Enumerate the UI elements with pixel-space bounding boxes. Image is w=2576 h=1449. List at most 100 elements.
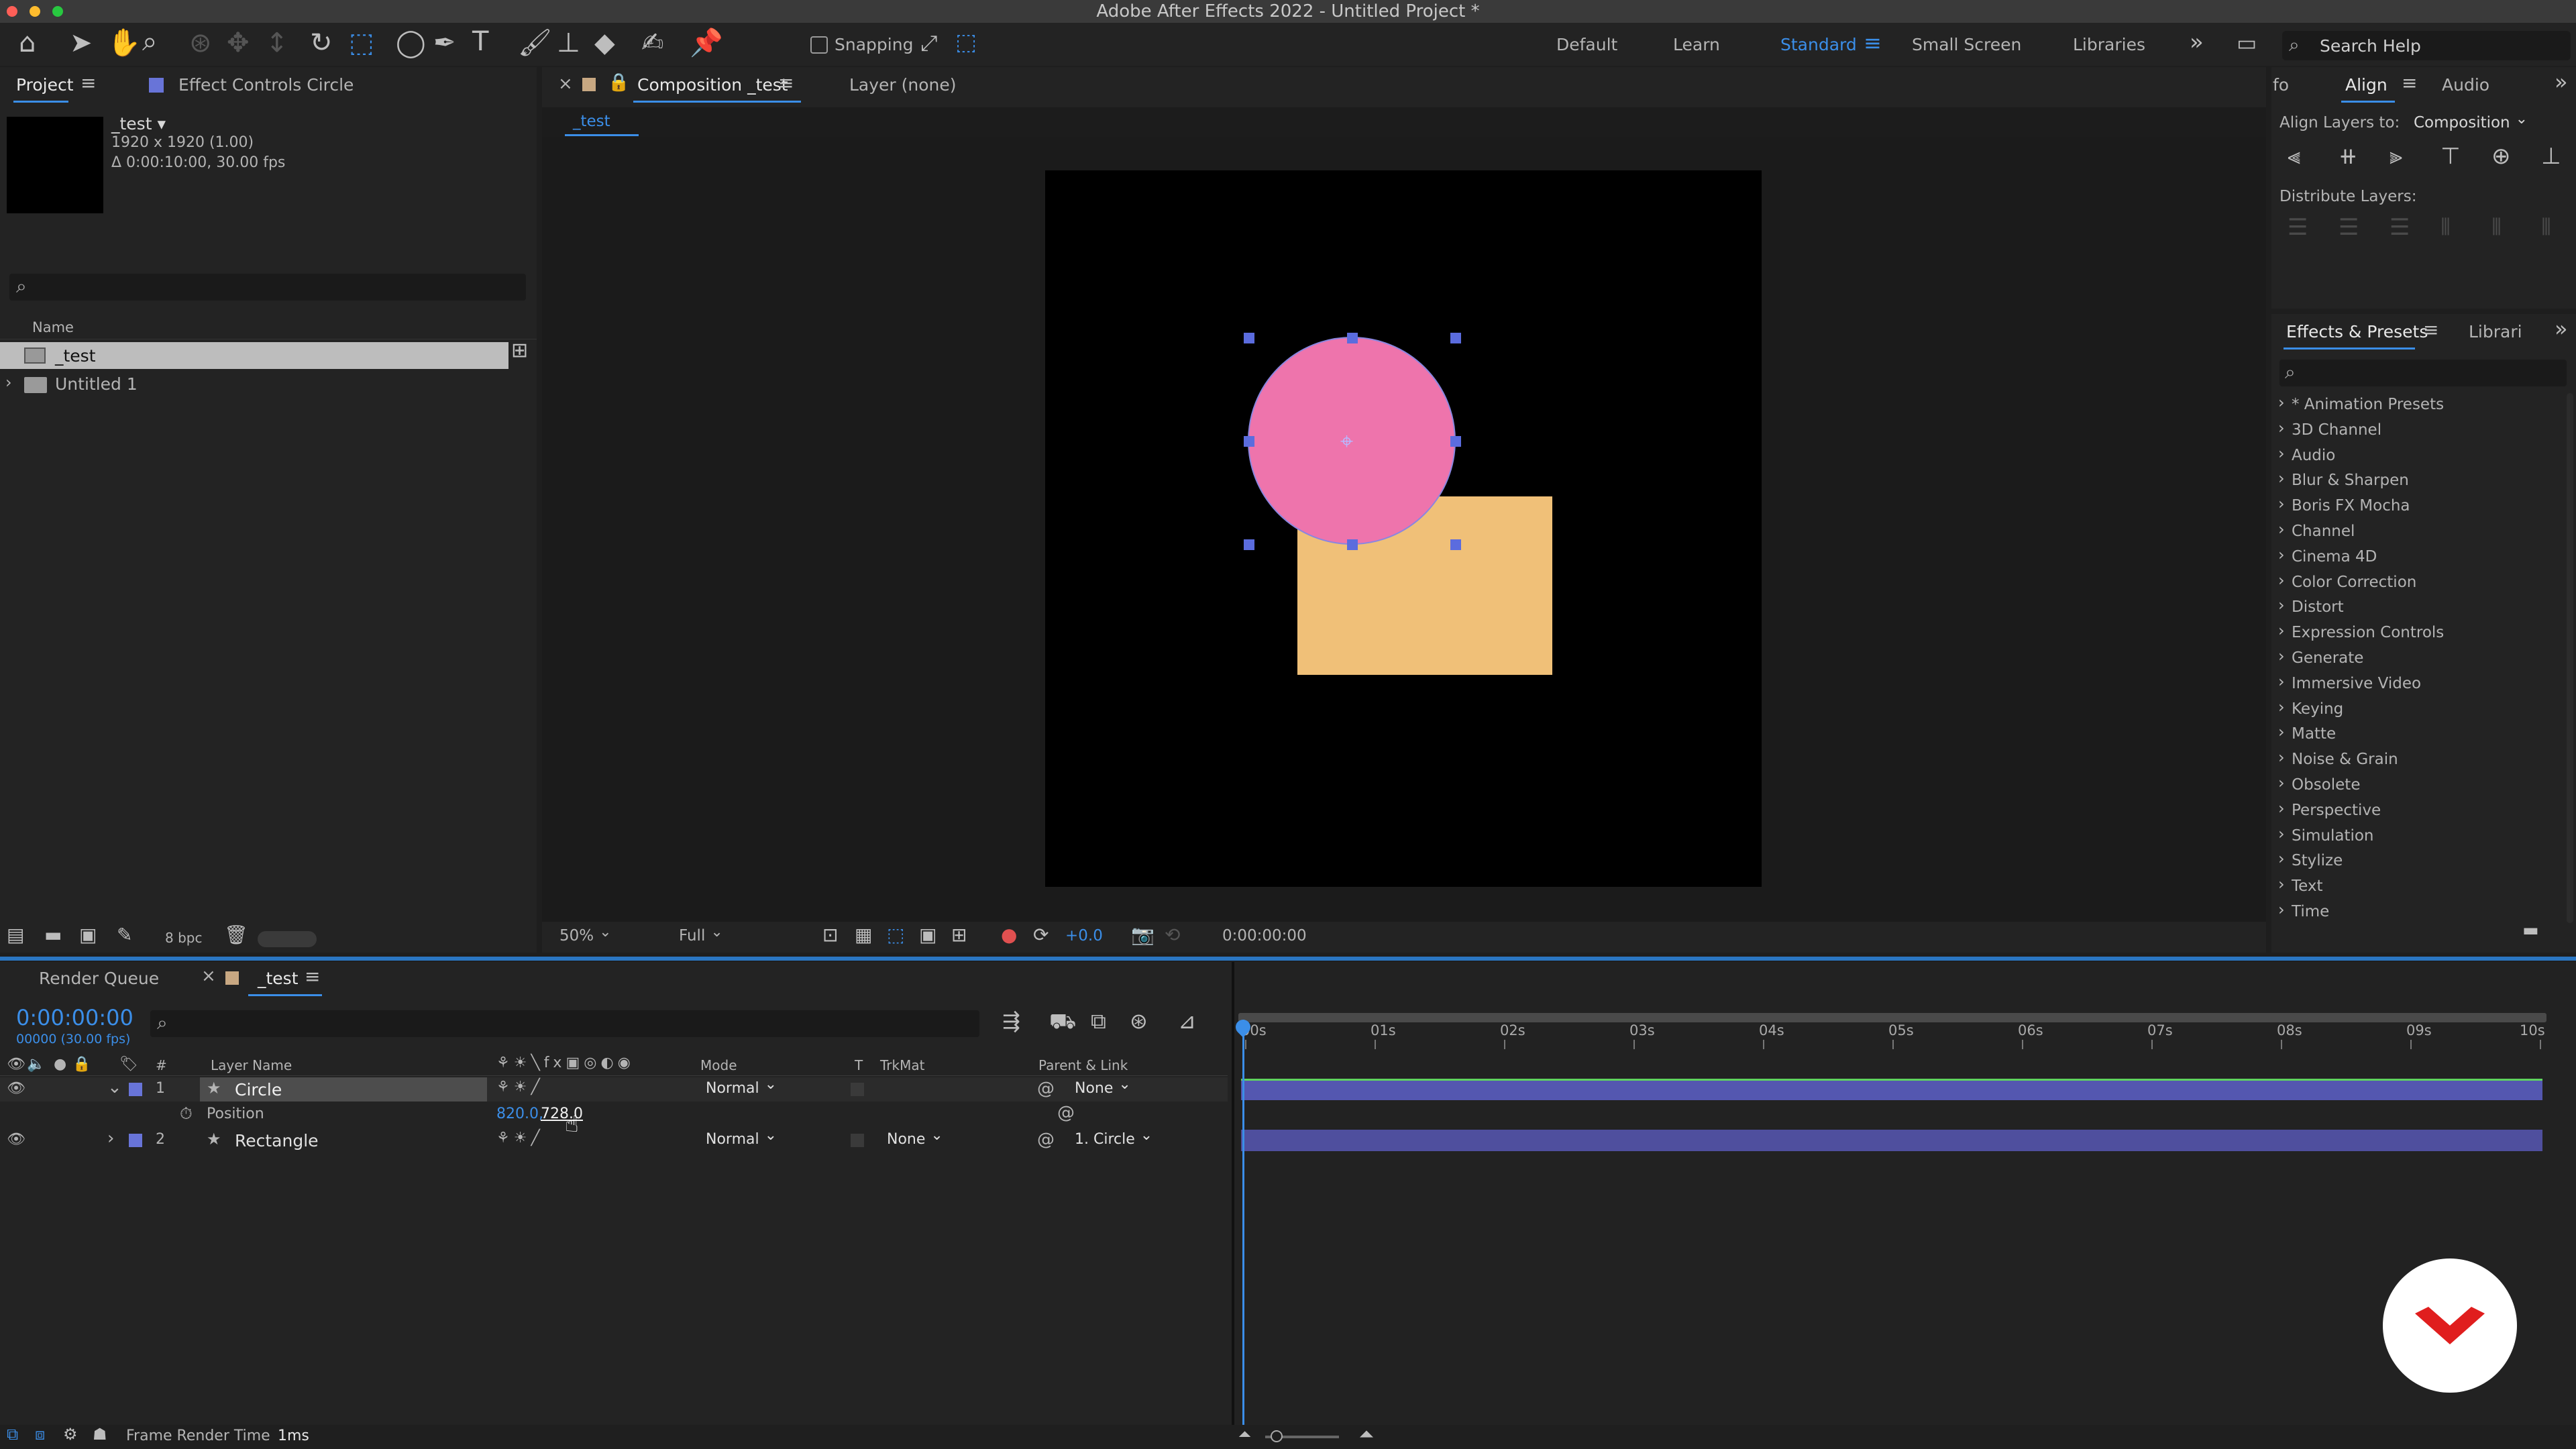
handle-bl[interactable] xyxy=(1244,539,1254,550)
in-out-toggle-icon[interactable]: ⚙ xyxy=(63,1426,78,1442)
draft-3d-icon[interactable]: ⛟ xyxy=(1049,1010,1076,1032)
search-help-field[interactable]: ⌕ Search Help xyxy=(2282,31,2571,60)
current-time-indicator[interactable] xyxy=(1242,1020,1244,1425)
workspace-libraries[interactable]: Libraries xyxy=(2073,35,2145,54)
snap-options-icon[interactable]: ⤢ xyxy=(920,32,938,54)
handle-tr[interactable] xyxy=(1450,333,1461,343)
chevron-right-icon[interactable]: › xyxy=(5,373,12,392)
align-right-icon[interactable]: ⫸ xyxy=(2390,145,2402,168)
anchor-point-tool-icon[interactable]: ⬚ xyxy=(349,30,374,56)
ellipse-tool-icon[interactable]: ◯ xyxy=(396,30,426,56)
graph-editor-icon[interactable]: ⊿ xyxy=(1178,1010,1196,1032)
handle-br[interactable] xyxy=(1450,539,1461,550)
anchor-point-icon[interactable]: ⌖ xyxy=(1340,428,1353,455)
render-queue-icon[interactable]: ✎ xyxy=(117,926,132,945)
comp-panel-menu-icon[interactable]: ≡ xyxy=(778,74,794,93)
preserve-transparency-checkbox[interactable] xyxy=(851,1134,864,1147)
effects-category-item[interactable]: › Generate xyxy=(2271,647,2567,671)
effects-category-item[interactable]: › Channel xyxy=(2271,520,2567,544)
grid-guides-icon[interactable]: ⊞ xyxy=(951,926,967,945)
tab-render-queue[interactable]: Render Queue xyxy=(39,969,159,988)
resolution-dropdown[interactable]: Full xyxy=(679,927,800,945)
distribute-top-icon[interactable]: ☰ xyxy=(2288,216,2308,239)
lock-icon[interactable]: 🔒 xyxy=(608,74,629,91)
tab-effect-controls[interactable]: Effect Controls Circle xyxy=(178,75,354,95)
effects-category-item[interactable]: › Blur & Sharpen xyxy=(2271,469,2567,493)
align-left-icon[interactable]: ⫷ xyxy=(2288,145,2300,168)
align-vertical-center-icon[interactable]: ⊕ xyxy=(2491,145,2511,168)
align-horizontal-center-icon[interactable]: ⧺ xyxy=(2339,145,2358,168)
layer-row-circle[interactable]: 👁 ⌄ 1 ★ Circle ⚘☀╱ Normal @ None xyxy=(0,1077,1228,1102)
new-bin-icon[interactable]: ▬ xyxy=(2522,922,2539,939)
layer-label-swatch[interactable] xyxy=(129,1083,142,1096)
transparency-grid-icon[interactable]: ▦ xyxy=(855,926,872,945)
project-panel-menu-icon[interactable]: ≡ xyxy=(80,74,96,93)
transfer-controls-toggle-icon[interactable]: ⧈ xyxy=(35,1426,45,1442)
col-name[interactable]: Name xyxy=(32,319,74,335)
effects-category-item[interactable]: › Matte xyxy=(2271,722,2567,747)
zoom-out-icon[interactable]: ⏶ xyxy=(1238,1426,1251,1442)
layer-row-rectangle[interactable]: 👁 › 2 ★ Rectangle ⚘☀╱ Normal None @ 1. C… xyxy=(0,1128,1228,1152)
close-tab-icon[interactable]: × xyxy=(558,74,573,94)
expand-chevron-icon[interactable]: › xyxy=(107,1128,114,1148)
timeline-timecode[interactable]: 0:00:00:00 xyxy=(16,1005,133,1030)
effects-category-item[interactable]: › Distort xyxy=(2271,596,2567,620)
effects-category-item[interactable]: › Audio xyxy=(2271,444,2567,468)
home-icon[interactable]: ⌂ xyxy=(19,30,36,56)
position-x-value[interactable]: 820.0, xyxy=(496,1106,543,1122)
layer-parent-dropdown[interactable]: 1. Circle xyxy=(1075,1131,1195,1148)
snap-grid-icon[interactable]: ⬚ xyxy=(955,31,977,54)
layer-switches[interactable]: ⚘☀╱ xyxy=(496,1130,544,1146)
timeline-menu-icon[interactable]: ≡ xyxy=(305,967,320,986)
layer-name-field[interactable]: ★ Circle xyxy=(200,1077,487,1102)
align-bottom-icon[interactable]: ⊥ xyxy=(2541,145,2561,168)
stopwatch-icon[interactable]: ⏱ xyxy=(180,1104,193,1123)
layer-switches-toggle-icon[interactable]: ⧉ xyxy=(7,1426,18,1442)
eraser-tool-icon[interactable]: ◆ xyxy=(594,30,615,56)
handle-tm[interactable] xyxy=(1347,333,1358,343)
layer-switches[interactable]: ⚘☀╱ xyxy=(496,1079,544,1095)
layer-bar-rectangle[interactable] xyxy=(1241,1130,2542,1151)
viewer[interactable]: ⌖ xyxy=(542,137,2266,922)
zoom-tool-icon[interactable]: ⌕ xyxy=(142,28,157,55)
type-tool-icon[interactable]: T xyxy=(472,28,488,55)
tab-audio[interactable]: Audio xyxy=(2442,75,2489,95)
timeline-search-input[interactable]: ⌕ xyxy=(150,1010,979,1037)
comp-subtab[interactable]: _test xyxy=(573,113,610,130)
effects-category-item[interactable]: › Immersive Video xyxy=(2271,672,2567,696)
clone-stamp-tool-icon[interactable]: ⊥ xyxy=(557,30,580,56)
pick-whip-icon[interactable]: @ xyxy=(1037,1130,1055,1150)
tab-timeline-comp[interactable]: _test xyxy=(258,969,299,988)
layer-bar-circle[interactable] xyxy=(1241,1079,2542,1100)
distribute-right-icon[interactable]: ⦀ xyxy=(2541,216,2551,239)
handle-bm[interactable] xyxy=(1347,539,1358,550)
distribute-vertical-center-icon[interactable]: ☰ xyxy=(2339,216,2359,239)
align-top-icon[interactable]: ⊤ xyxy=(2440,145,2461,168)
time-ruler[interactable]: 00s 01s 02s 03s 04s 05s 06s 07s 08s 09s 10s xyxy=(1238,1022,2546,1053)
new-folder-icon[interactable]: ▬ xyxy=(44,926,62,945)
zoom-in-icon[interactable]: ⏶ xyxy=(1359,1425,1374,1444)
layer-label-swatch[interactable] xyxy=(129,1134,142,1147)
tab-libraries[interactable]: Librari xyxy=(2469,322,2522,341)
roto-brush-tool-icon[interactable]: ✍ xyxy=(641,30,664,56)
selection-tool-icon[interactable]: ➤ xyxy=(70,30,93,56)
layer-mode-dropdown[interactable]: Normal xyxy=(706,1080,840,1097)
project-row-test[interactable]: _test xyxy=(0,342,508,369)
more-panels-icon[interactable]: » xyxy=(2555,318,2568,339)
orbit-camera-icon[interactable]: ⊛ xyxy=(189,30,212,56)
workspace-small-screen[interactable]: Small Screen xyxy=(1912,35,2021,54)
preserve-transparency-checkbox[interactable] xyxy=(851,1083,864,1096)
workspace-menu-icon[interactable]: ≡ xyxy=(1864,32,1882,54)
pan-camera-icon[interactable]: ✥ xyxy=(227,30,250,56)
workspace-standard[interactable]: Standard xyxy=(1780,35,1857,54)
panel-layout-icon[interactable]: ▭ xyxy=(2237,32,2257,54)
layer-trkmat-dropdown[interactable]: None xyxy=(887,1131,1014,1148)
effects-category-item[interactable]: › Keying xyxy=(2271,698,2567,722)
workspace-learn[interactable]: Learn xyxy=(1673,35,1720,54)
timeline-zoom-thumb[interactable] xyxy=(1271,1430,1283,1442)
more-panels-icon[interactable]: » xyxy=(2555,71,2568,93)
effects-scrollbar[interactable] xyxy=(2567,393,2573,923)
visibility-eye-icon[interactable]: 👁 xyxy=(7,1131,25,1148)
expression-pick-whip-icon[interactable]: @ xyxy=(1057,1103,1075,1123)
handle-tl[interactable] xyxy=(1244,333,1254,343)
